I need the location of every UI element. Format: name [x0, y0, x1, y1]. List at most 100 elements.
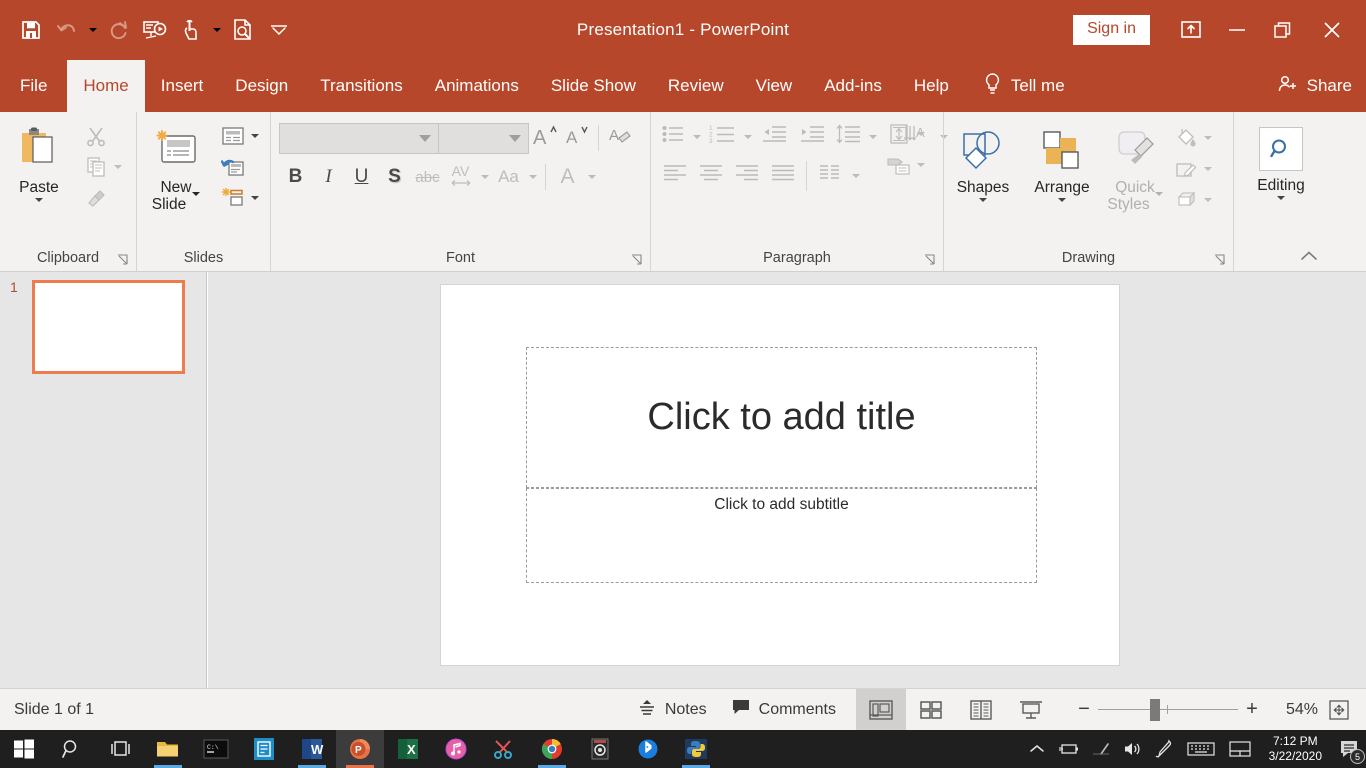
fit-slide-to-window-icon[interactable] [1318, 689, 1360, 730]
title-placeholder[interactable]: Click to add title [526, 347, 1037, 488]
taskbar-search-icon[interactable] [48, 730, 96, 768]
font-size-combo[interactable] [439, 122, 529, 154]
pen-icon[interactable] [1149, 730, 1181, 768]
tab-view[interactable]: View [740, 60, 809, 112]
slide-sorter-view-icon[interactable] [906, 689, 956, 730]
new-slide-dropdown-icon[interactable] [192, 192, 201, 213]
editing-button[interactable]: Editing [1241, 122, 1321, 200]
customize-qat-icon[interactable] [262, 10, 296, 50]
tab-design[interactable]: Design [219, 60, 304, 112]
convert-smartart-button[interactable] [881, 149, 931, 180]
file-explorer-icon[interactable] [144, 730, 192, 768]
chrome-icon[interactable] [528, 730, 576, 768]
increase-font-size-button[interactable]: A [529, 122, 561, 154]
clipboard-dialog-launcher[interactable] [116, 253, 130, 267]
slide-thumbnail-pane[interactable]: 1 [0, 272, 207, 688]
zoom-slider[interactable] [1098, 689, 1238, 730]
change-case-button[interactable]: Aa [492, 160, 525, 194]
layout-button[interactable] [215, 120, 265, 151]
zoom-out-button[interactable]: − [1070, 689, 1098, 730]
sign-in-button[interactable]: Sign in [1073, 15, 1150, 45]
editing-dropdown-icon[interactable] [1277, 196, 1285, 200]
underline-button[interactable]: U [345, 160, 378, 194]
teams-icon[interactable] [240, 730, 288, 768]
tab-help[interactable]: Help [898, 60, 965, 112]
columns-button[interactable] [812, 159, 848, 192]
layout-dropdown-icon[interactable] [248, 133, 262, 138]
tab-transitions[interactable]: Transitions [304, 60, 419, 112]
clear-formatting-button[interactable]: A [604, 122, 636, 154]
character-spacing-button[interactable]: AV [444, 160, 477, 194]
undo-icon[interactable] [50, 10, 84, 50]
character-spacing-dropdown-icon[interactable] [477, 161, 492, 194]
align-left-button[interactable] [657, 159, 693, 192]
bold-button[interactable]: B [279, 160, 312, 194]
touch-mouse-mode-icon[interactable] [174, 10, 208, 50]
quick-styles-button[interactable]: Quick Styles [1102, 118, 1168, 213]
redo-icon[interactable] [102, 10, 136, 50]
font-size-chevron-icon[interactable] [509, 134, 521, 142]
comments-button[interactable]: Comments [719, 689, 848, 730]
task-view-icon[interactable] [96, 730, 144, 768]
strikethrough-button[interactable]: abc [411, 160, 444, 194]
slide-show-view-icon[interactable] [1006, 689, 1056, 730]
tab-file[interactable]: File [0, 60, 67, 112]
collapse-ribbon-icon[interactable] [1298, 248, 1320, 269]
numbering-dropdown-icon[interactable] [740, 120, 755, 153]
columns-dropdown-icon[interactable] [848, 159, 863, 192]
text-shadow-button[interactable]: S [378, 160, 411, 194]
align-right-button[interactable] [729, 159, 765, 192]
arrange-button[interactable]: Arrange [1022, 118, 1102, 202]
font-name-combo[interactable] [279, 122, 439, 154]
shape-outline-button[interactable] [1168, 153, 1218, 184]
itunes-icon[interactable] [432, 730, 480, 768]
format-painter-button[interactable] [78, 182, 128, 213]
section-dropdown-icon[interactable] [248, 195, 262, 200]
show-hidden-icons-icon[interactable] [1021, 730, 1053, 768]
line-spacing-dropdown-icon[interactable] [865, 120, 880, 153]
command-prompt-icon[interactable]: C:\ [192, 730, 240, 768]
decrease-indent-button[interactable] [755, 120, 793, 153]
zoom-level-label[interactable]: 54% [1266, 701, 1318, 719]
paste-dropdown-icon[interactable] [35, 198, 43, 202]
increase-indent-button[interactable] [793, 120, 831, 153]
paste-button[interactable]: Paste [0, 118, 78, 202]
slide-thumbnail-1[interactable] [32, 280, 185, 374]
save-icon[interactable] [14, 10, 48, 50]
taskbar-clock[interactable]: 7:12 PM 3/22/2020 [1259, 730, 1332, 768]
shape-outline-dropdown-icon[interactable] [1201, 166, 1215, 171]
touchpad-icon[interactable] [1221, 730, 1259, 768]
convert-smartart-dropdown-icon[interactable] [914, 162, 928, 167]
ribbon-display-options-icon[interactable] [1168, 8, 1214, 52]
bluetooth-icon[interactable] [624, 730, 672, 768]
reset-button[interactable] [215, 151, 265, 182]
italic-button[interactable]: I [312, 160, 345, 194]
print-preview-icon[interactable] [226, 10, 260, 50]
close-icon[interactable] [1306, 8, 1358, 52]
wifi-icon[interactable] [1085, 730, 1117, 768]
notes-button[interactable]: Notes [625, 689, 719, 730]
start-presentation-icon[interactable] [138, 10, 172, 50]
align-text-dropdown-icon[interactable] [914, 131, 928, 136]
shape-fill-button[interactable] [1168, 122, 1218, 153]
shape-effects-dropdown-icon[interactable] [1201, 197, 1215, 202]
tell-me-search[interactable]: Tell me [965, 60, 1079, 112]
camera-icon[interactable] [576, 730, 624, 768]
new-slide-button[interactable]: New Slide [137, 118, 215, 213]
section-button[interactable] [215, 182, 265, 213]
copy-dropdown-icon[interactable] [111, 164, 125, 169]
powerpoint-icon[interactable]: P [336, 730, 384, 768]
excel-icon[interactable]: X [384, 730, 432, 768]
zoom-in-button[interactable]: + [1238, 689, 1266, 730]
battery-icon[interactable] [1053, 730, 1085, 768]
shape-effects-button[interactable] [1168, 184, 1218, 215]
shapes-dropdown-icon[interactable] [979, 198, 987, 202]
shapes-button[interactable]: Shapes [944, 118, 1022, 202]
normal-view-icon[interactable] [856, 689, 906, 730]
arrange-dropdown-icon[interactable] [1058, 198, 1066, 202]
touch-mouse-dropdown-icon[interactable] [210, 10, 224, 50]
tab-home[interactable]: Home [67, 60, 145, 112]
font-color-dropdown-icon[interactable] [584, 161, 599, 194]
python-icon[interactable] [672, 730, 720, 768]
tab-slide-show[interactable]: Slide Show [535, 60, 652, 112]
